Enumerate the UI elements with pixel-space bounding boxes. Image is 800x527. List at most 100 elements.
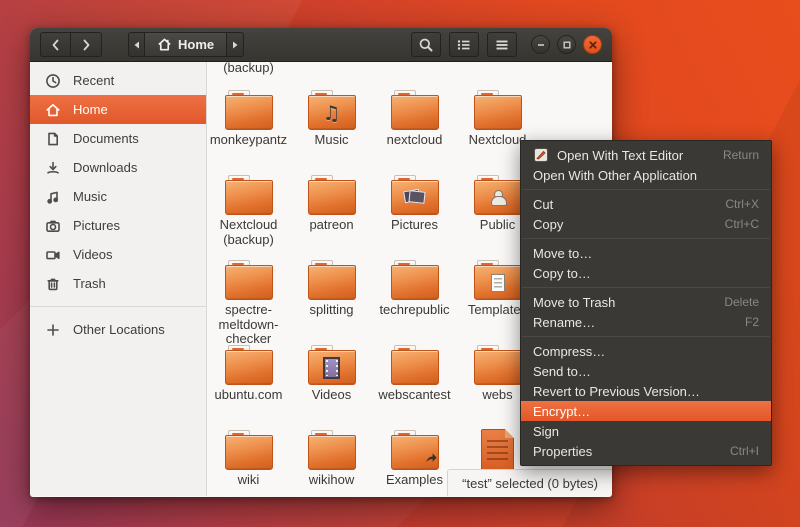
folder-icon — [474, 345, 522, 385]
public-emblem-icon — [490, 190, 506, 206]
list-view-icon — [456, 37, 472, 53]
close-icon — [588, 40, 598, 50]
menu-item-label: Sign — [533, 424, 559, 439]
sidebar-item-label: Videos — [73, 247, 113, 262]
menu-item-label: Move to Trash — [533, 295, 615, 310]
path-current-label: Home — [178, 37, 214, 52]
sidebar-item-pictures[interactable]: Pictures — [30, 211, 206, 240]
menu-item-rename[interactable]: Rename…F2 — [521, 312, 771, 332]
window-controls — [531, 35, 602, 54]
video-camera-icon — [44, 247, 61, 263]
menu-item-properties[interactable]: PropertiesCtrl+I — [521, 441, 771, 461]
sidebar-item-other-locations[interactable]: Other Locations — [30, 315, 206, 344]
file-item[interactable]: nextcloud — [373, 80, 456, 165]
file-item[interactable]: webscantest — [373, 335, 456, 420]
file-label: splitting — [309, 303, 353, 318]
sidebar-item-music[interactable]: Music — [30, 182, 206, 211]
file-item[interactable]: Examples — [373, 420, 456, 496]
file-label: Videos — [312, 388, 352, 403]
triangle-right-icon — [230, 40, 240, 50]
camera-icon — [44, 218, 61, 234]
menu-item-shortcut: Ctrl+C — [725, 217, 759, 231]
sidebar-item-label: Recent — [73, 73, 114, 88]
maximize-icon — [562, 40, 572, 50]
file-item[interactable]: ubuntu.com — [207, 335, 290, 420]
menu-item-copy-to[interactable]: Copy to… — [521, 263, 771, 283]
sidebar-item-label: Pictures — [73, 218, 120, 233]
file-label: Templates — [468, 303, 527, 318]
menu-item-copy[interactable]: CopyCtrl+C — [521, 214, 771, 234]
menu-item-send-to[interactable]: Send to… — [521, 361, 771, 381]
app-menu-button[interactable] — [487, 32, 517, 57]
file-item[interactable]: splitting — [290, 250, 373, 335]
path-home-button[interactable]: Home — [145, 32, 227, 57]
menu-item-open-with-text-editor[interactable]: Open With Text EditorReturn — [521, 145, 771, 165]
clock-icon — [44, 73, 61, 89]
search-icon — [418, 37, 434, 53]
file-item[interactable]: monkeypantz — [207, 80, 290, 165]
menu-item-move-to[interactable]: Move to… — [521, 243, 771, 263]
file-item[interactable]: wikihow — [290, 420, 373, 496]
file-label: wiki — [238, 473, 260, 488]
minimize-button[interactable] — [531, 35, 550, 54]
file-label: nextcloud — [387, 133, 443, 148]
file-item[interactable]: patreon — [290, 165, 373, 250]
path-previous-button[interactable] — [128, 32, 145, 57]
folder-icon — [225, 175, 273, 215]
menu-item-cut[interactable]: CutCtrl+X — [521, 194, 771, 214]
menu-item-compress[interactable]: Compress… — [521, 341, 771, 361]
file-label: Music — [315, 133, 349, 148]
sidebar-item-trash[interactable]: Trash — [30, 269, 206, 298]
menu-item-label: Move to… — [533, 246, 592, 261]
clipped-file-label: (backup) — [207, 62, 290, 75]
sidebar-item-home[interactable]: Home — [30, 95, 206, 124]
view-options-button[interactable] — [449, 32, 479, 57]
file-item[interactable]: wiki — [207, 420, 290, 496]
menu-item-label: Open With Other Application — [533, 168, 697, 183]
sidebar-item-label: Downloads — [73, 160, 137, 175]
menu-item-encrypt[interactable]: Encrypt… — [521, 401, 771, 421]
folder-icon: ♫ — [308, 90, 356, 130]
menu-item-label: Compress… — [533, 344, 605, 359]
file-item[interactable]: Videos — [290, 335, 373, 420]
history-nav-group — [40, 32, 102, 57]
folder-icon — [308, 260, 356, 300]
menu-item-sign[interactable]: Sign — [521, 421, 771, 441]
path-next-button[interactable] — [227, 32, 244, 57]
selection-status-text: “test” selected (0 bytes) — [462, 476, 598, 491]
file-item[interactable]: Pictures — [373, 165, 456, 250]
menu-item-label: Properties — [533, 444, 592, 459]
hamburger-icon — [494, 37, 510, 53]
file-item[interactable]: techrepublic — [373, 250, 456, 335]
chevron-right-icon — [78, 37, 94, 53]
file-item[interactable]: ♫ Music — [290, 80, 373, 165]
file-label: Pictures — [391, 218, 438, 233]
file-label: patreon — [309, 218, 353, 233]
home-icon — [157, 37, 172, 52]
file-label: wikihow — [309, 473, 355, 488]
headerbar: Home — [30, 28, 612, 62]
forward-button[interactable] — [71, 32, 102, 57]
search-button[interactable] — [411, 32, 441, 57]
sidebar: Recent HomeDocuments Downloads Music Picture… — [30, 62, 207, 496]
sidebar-item-recent[interactable]: Recent — [30, 66, 206, 95]
menu-item-move-to-trash[interactable]: Move to TrashDelete — [521, 292, 771, 312]
sidebar-item-label: Trash — [73, 276, 106, 291]
maximize-button[interactable] — [557, 35, 576, 54]
menu-item-open-with-other-application[interactable]: Open With Other Application — [521, 165, 771, 185]
menu-separator — [522, 287, 770, 288]
file-item[interactable]: spectre-meltdown-checker — [207, 250, 290, 335]
back-button[interactable] — [40, 32, 71, 57]
menu-item-label: Encrypt… — [533, 404, 590, 419]
document-icon — [44, 131, 61, 147]
sidebar-item-documents[interactable]: Documents — [30, 124, 206, 153]
sidebar-item-videos[interactable]: Videos — [30, 240, 206, 269]
file-item[interactable]: Nextcloud (backup) — [207, 165, 290, 250]
home-icon — [44, 102, 61, 118]
menu-item-revert-to-previous-version[interactable]: Revert to Previous Version… — [521, 381, 771, 401]
shortcut-arrow-icon — [424, 450, 438, 469]
close-button[interactable] — [583, 35, 602, 54]
context-menu: Open With Text EditorReturn Open With Oth… — [520, 140, 772, 466]
sidebar-item-downloads[interactable]: Downloads — [30, 153, 206, 182]
download-icon — [44, 160, 61, 176]
